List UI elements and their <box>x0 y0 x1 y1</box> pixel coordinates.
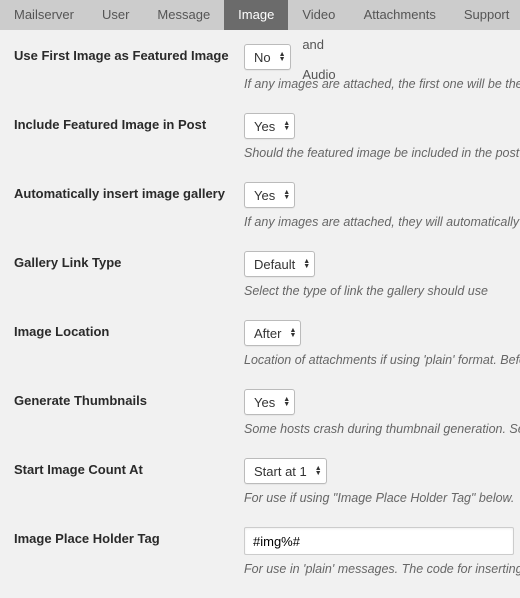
chevron-updown-icon: ▲▼ <box>303 259 310 269</box>
desc-image-location: Location of attachments if using 'plain'… <box>244 353 520 367</box>
chevron-updown-icon: ▲▼ <box>289 328 296 338</box>
select-image-location[interactable]: After ▲▼ <box>244 320 301 346</box>
tab-attachments[interactable]: Attachments <box>350 0 450 30</box>
tab-mailserver[interactable]: Mailserver <box>0 0 88 30</box>
label-first-image: Use First Image as Featured Image <box>14 44 244 63</box>
row-gen-thumbs: Generate Thumbnails Yes ▲▼ Some hosts cr… <box>14 389 520 436</box>
chevron-updown-icon: ▲▼ <box>315 466 322 476</box>
tab-support[interactable]: Support <box>450 0 520 30</box>
row-start-count: Start Image Count At Start at 1 ▲▼ For u… <box>14 458 520 505</box>
label-start-count: Start Image Count At <box>14 458 244 477</box>
row-placeholder-tag: Image Place Holder Tag For use in 'plain… <box>14 527 520 576</box>
row-gallery-link: Gallery Link Type Default ▲▼ Select the … <box>14 251 520 298</box>
row-image-location: Image Location After ▲▼ Location of atta… <box>14 320 520 367</box>
select-value: No <box>254 50 271 65</box>
select-value: After <box>254 326 281 341</box>
select-gallery-link[interactable]: Default ▲▼ <box>244 251 315 277</box>
desc-include-featured: Should the featured image be included in… <box>244 146 520 160</box>
input-placeholder-tag[interactable] <box>244 527 514 555</box>
select-value: Yes <box>254 188 275 203</box>
settings-tabs: Mailserver User Message Image Video and … <box>0 0 520 30</box>
label-gallery-link: Gallery Link Type <box>14 251 244 270</box>
select-value: Yes <box>254 395 275 410</box>
select-value: Default <box>254 257 295 272</box>
desc-gen-thumbs: Some hosts crash during thumbnail genera… <box>244 422 520 436</box>
desc-first-image: If any images are attached, the first on… <box>244 77 520 91</box>
select-auto-gallery[interactable]: Yes ▲▼ <box>244 182 295 208</box>
select-include-featured[interactable]: Yes ▲▼ <box>244 113 295 139</box>
chevron-updown-icon: ▲▼ <box>283 397 290 407</box>
select-value: Yes <box>254 119 275 134</box>
tab-image[interactable]: Image <box>224 0 288 30</box>
label-auto-gallery: Automatically insert image gallery <box>14 182 244 201</box>
desc-auto-gallery: If any images are attached, they will au… <box>244 215 520 229</box>
chevron-updown-icon: ▲▼ <box>283 121 290 131</box>
select-value: Start at 1 <box>254 464 307 479</box>
tab-video-audio[interactable]: Video and Audio <box>288 0 349 30</box>
row-auto-gallery: Automatically insert image gallery Yes ▲… <box>14 182 520 229</box>
label-image-location: Image Location <box>14 320 244 339</box>
row-first-image: Use First Image as Featured Image No ▲▼ … <box>14 44 520 91</box>
select-gen-thumbs[interactable]: Yes ▲▼ <box>244 389 295 415</box>
label-placeholder-tag: Image Place Holder Tag <box>14 527 244 546</box>
desc-gallery-link: Select the type of link the gallery shou… <box>244 284 520 298</box>
desc-start-count: For use if using "Image Place Holder Tag… <box>244 491 520 505</box>
tab-user[interactable]: User <box>88 0 143 30</box>
settings-content: Use First Image as Featured Image No ▲▼ … <box>0 30 520 576</box>
select-start-count[interactable]: Start at 1 ▲▼ <box>244 458 327 484</box>
select-first-image[interactable]: No ▲▼ <box>244 44 291 70</box>
label-gen-thumbs: Generate Thumbnails <box>14 389 244 408</box>
chevron-updown-icon: ▲▼ <box>279 52 286 62</box>
chevron-updown-icon: ▲▼ <box>283 190 290 200</box>
row-include-featured: Include Featured Image in Post Yes ▲▼ Sh… <box>14 113 520 160</box>
label-include-featured: Include Featured Image in Post <box>14 113 244 132</box>
desc-placeholder-tag: For use in 'plain' messages. The code fo… <box>244 562 520 576</box>
tab-message[interactable]: Message <box>143 0 224 30</box>
